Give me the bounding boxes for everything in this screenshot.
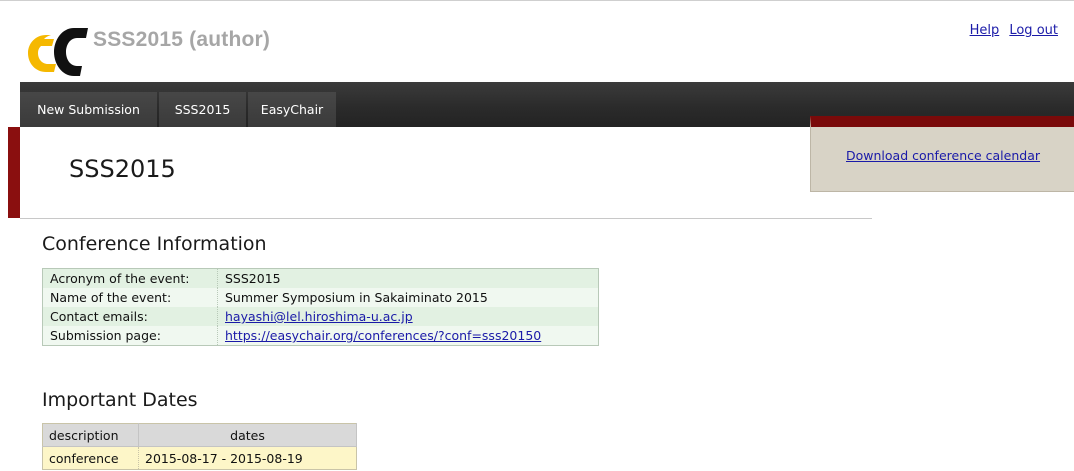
column-header-description: description	[42, 423, 139, 447]
conference-info-table: Acronym of the event: SSS2015 Name of th…	[42, 268, 599, 346]
help-link[interactable]: Help	[970, 23, 1000, 38]
date-range: 2015-08-17 - 2015-08-19	[138, 446, 357, 470]
contact-emails-cell: hayashi@lel.hiroshima-u.ac.jp	[217, 307, 599, 326]
date-description: conference	[42, 446, 139, 470]
page-title: SSS2015	[69, 155, 176, 183]
column-header-dates: dates	[138, 423, 357, 447]
download-calendar-link[interactable]: Download conference calendar	[846, 148, 1040, 163]
logout-link[interactable]: Log out	[1009, 23, 1058, 38]
divider	[20, 218, 872, 219]
contact-email-link[interactable]: hayashi@lel.hiroshima-u.ac.jp	[225, 309, 413, 324]
submission-page-label: Submission page:	[42, 326, 218, 346]
nav-easychair[interactable]: EasyChair	[248, 92, 336, 127]
app-title: SSS2015 (author)	[93, 28, 271, 51]
table-row: Name of the event: Summer Symposium in S…	[42, 288, 599, 307]
side-panel: Download conference calendar	[810, 116, 1074, 192]
table-row: conference 2015-08-17 - 2015-08-19	[42, 446, 357, 470]
submission-page-link[interactable]: https://easychair.org/conferences/?conf=…	[225, 328, 541, 343]
table-row: Submission page: https://easychair.org/c…	[42, 326, 599, 346]
header: SSS2015 (author) Help Log out	[0, 0, 1074, 82]
accent-bar	[8, 127, 20, 218]
event-name-value: Summer Symposium in Sakaiminato 2015	[217, 288, 599, 307]
table-row: Contact emails: hayashi@lel.hiroshima-u.…	[42, 307, 599, 326]
acronym-value: SSS2015	[217, 268, 599, 288]
easychair-logo-icon[interactable]	[24, 26, 90, 78]
conference-info-heading: Conference Information	[42, 233, 267, 255]
table-row: Acronym of the event: SSS2015	[42, 268, 599, 288]
table-header-row: description dates	[42, 423, 357, 447]
contact-emails-label: Contact emails:	[42, 307, 218, 326]
important-dates-table: description dates conference 2015-08-17 …	[42, 423, 357, 470]
event-name-label: Name of the event:	[42, 288, 218, 307]
nav-new-submission[interactable]: New Submission	[20, 92, 157, 127]
acronym-label: Acronym of the event:	[42, 268, 218, 288]
nav-sss2015[interactable]: SSS2015	[159, 92, 246, 127]
submission-page-cell: https://easychair.org/conferences/?conf=…	[217, 326, 599, 346]
important-dates-heading: Important Dates	[42, 389, 198, 411]
top-links: Help Log out	[964, 23, 1058, 38]
